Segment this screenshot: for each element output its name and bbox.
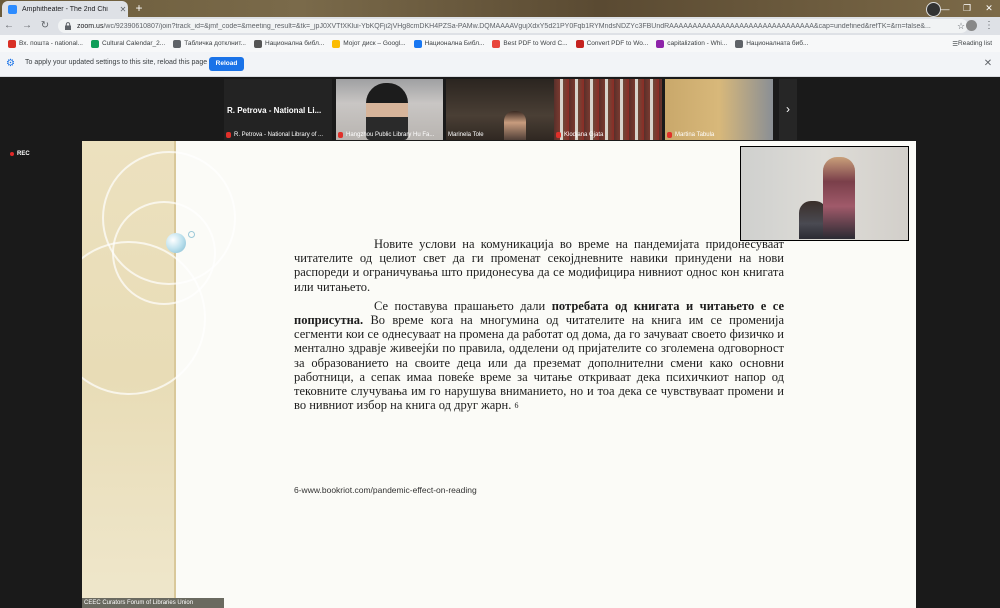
shared-screen-slide: Новите услови на комуникација во време н…	[82, 141, 916, 608]
settings-infobar: ⚙ To apply your updated settings to this…	[0, 52, 1000, 77]
close-window-button[interactable]: ✕	[978, 3, 1000, 14]
globe-icon	[735, 39, 744, 48]
browser-toolbar: ← → ↻ zoom.us/wc/92390610807/join?track_…	[0, 17, 1000, 35]
settings-gear-icon: ⚙	[6, 58, 15, 69]
muted-mic-icon	[226, 132, 231, 138]
bookmark-item[interactable]: Вх. пошта - national...	[8, 39, 83, 48]
bookmark-label: Convert PDF to Wo...	[586, 40, 649, 47]
decorative-bubble-small	[188, 231, 195, 238]
extension-icon[interactable]	[966, 20, 977, 31]
url-text: zoom.us/wc/92390610807/join?track_id=&jm…	[77, 23, 954, 30]
speaker-person-microphone	[823, 157, 855, 239]
footnote-reference: 6	[514, 401, 519, 411]
infobar-message: To apply your updated settings to this s…	[25, 59, 208, 66]
site-icon	[254, 39, 262, 48]
tab-strip: Amphitheater - The 2nd Chi ✕ + — ❐ ✕	[0, 0, 1000, 17]
recording-indicator: REC	[10, 151, 30, 157]
reload-page-button[interactable]: ↻	[38, 17, 52, 35]
bookmark-item[interactable]: Национална библ...	[254, 39, 325, 48]
bookmark-label: Националната биб...	[746, 40, 809, 47]
participant-video	[504, 111, 526, 140]
browser-menu-icon[interactable]: ⋮	[983, 17, 995, 35]
participant-tile[interactable]: Hangzhou Public Library Hu Fa...	[336, 79, 443, 140]
bookmark-icon	[656, 39, 665, 48]
muted-mic-icon	[556, 132, 561, 138]
bookmark-label: Табличка дотклнит...	[184, 40, 246, 47]
next-participants-chevron-icon[interactable]: ›	[779, 79, 797, 140]
active-speaker-video[interactable]	[740, 146, 909, 241]
pdf-icon	[575, 39, 584, 48]
bookmark-label: Cultural Calendar_2...	[101, 40, 166, 47]
slide-footnote: 6-www.bookriot.com/pandemic-effect-on-re…	[294, 485, 477, 495]
record-dot-icon	[10, 152, 14, 156]
new-tab-button[interactable]: +	[132, 2, 146, 15]
slide-decorative-panel	[82, 141, 236, 608]
back-button[interactable]: ←	[2, 17, 16, 35]
slide-body-text: Новите услови на комуникација во време н…	[294, 237, 784, 418]
bookmark-item[interactable]: Cultural Calendar_2...	[90, 39, 166, 48]
bookmark-item[interactable]: Best PDF to Word C...	[492, 39, 568, 48]
drive-icon	[332, 39, 341, 48]
slide-footer-label: CEEC Curators Forum of Libraries Union	[82, 598, 224, 608]
pdf-icon	[492, 39, 501, 48]
decorative-bubble	[166, 233, 186, 253]
bookmark-item[interactable]: Табличка дотклнит...	[173, 39, 246, 48]
bookmark-label: Национална библ...	[265, 40, 325, 47]
url-path: /wc/92390610807/join?track_id=&jmf_code=…	[103, 22, 931, 30]
bookmark-label: Национална Библ...	[424, 40, 485, 47]
sheets-icon	[90, 39, 99, 48]
slide-paragraph-1: Новите услови на комуникација во време н…	[294, 237, 784, 294]
muted-mic-icon	[667, 132, 672, 138]
bookmark-item[interactable]: Convert PDF to Wo...	[575, 39, 649, 48]
gmail-icon	[8, 39, 16, 48]
bookmark-item[interactable]: Национална Библ...	[413, 39, 485, 48]
forward-button[interactable]: →	[20, 17, 34, 35]
slide-paragraph-2: Се поставува прашањето дали потребата од…	[294, 299, 784, 414]
reload-button[interactable]: Reload	[209, 57, 244, 71]
address-bar[interactable]: zoom.us/wc/92390610807/join?track_id=&jm…	[58, 19, 968, 33]
participant-name: Martina Tabula	[675, 132, 715, 138]
participant-name: R. Petrova - National Library of ...	[234, 132, 324, 138]
doc-icon	[173, 39, 182, 48]
minimize-button[interactable]: —	[934, 4, 956, 14]
bookmark-label: capitalization - Whi...	[667, 40, 728, 47]
participant-name: Marinela Tole	[448, 132, 484, 138]
participant-name: Hangzhou Public Library Hu Fa...	[346, 132, 435, 138]
participant-strip: R. Petrova - National Li... R. Petrova -…	[224, 77, 797, 140]
bookmark-item[interactable]: capitalization - Whi...	[656, 39, 728, 48]
participant-tile[interactable]: Klodjana Gjata	[554, 79, 662, 140]
maximize-button[interactable]: ❐	[956, 3, 978, 14]
zoom-favicon-icon	[8, 4, 17, 14]
participant-name: Klodjana Gjata	[564, 132, 604, 138]
infobar-close-icon[interactable]: ✕	[982, 57, 994, 71]
participant-tile[interactable]: R. Petrova - National Li... R. Petrova -…	[224, 79, 332, 140]
paragraph-2-body: Во време кога на многумина од читателите…	[294, 313, 784, 413]
recording-label: REC	[17, 151, 30, 157]
paragraph-2-intro: Се поставува прашањето дали	[374, 298, 552, 313]
participant-display-name: R. Petrova - National Li...	[227, 106, 322, 115]
bookmark-item[interactable]: Мојот диск – Googl...	[332, 39, 406, 48]
tab-close-icon[interactable]: ✕	[118, 5, 128, 14]
url-host: zoom.us	[77, 22, 104, 30]
facebook-icon	[413, 39, 422, 48]
reading-list-button[interactable]: ☰ Reading list	[952, 40, 992, 48]
bookmark-label: Мојот диск – Googl...	[343, 40, 406, 47]
participant-tile[interactable]: Marinela Tole	[446, 79, 555, 140]
bookmark-label: Вх. пошта - national...	[19, 40, 83, 47]
browser-tab[interactable]: Amphitheater - The 2nd Chi ✕	[2, 1, 128, 17]
tab-title: Amphitheater - The 2nd Chi	[22, 5, 108, 13]
lock-icon	[65, 22, 71, 30]
participant-tile[interactable]: Martina Tabula	[665, 79, 773, 140]
bookmark-label: Best PDF to Word C...	[503, 40, 568, 47]
bookmarks-bar: Вх. пошта - national... Cultural Calendar…	[0, 35, 1000, 53]
reading-list-label: Reading list	[958, 40, 992, 47]
muted-mic-icon	[338, 132, 343, 138]
window-controls: — ❐ ✕	[934, 0, 1000, 17]
bookmark-item[interactable]: Националната биб...	[735, 39, 809, 48]
